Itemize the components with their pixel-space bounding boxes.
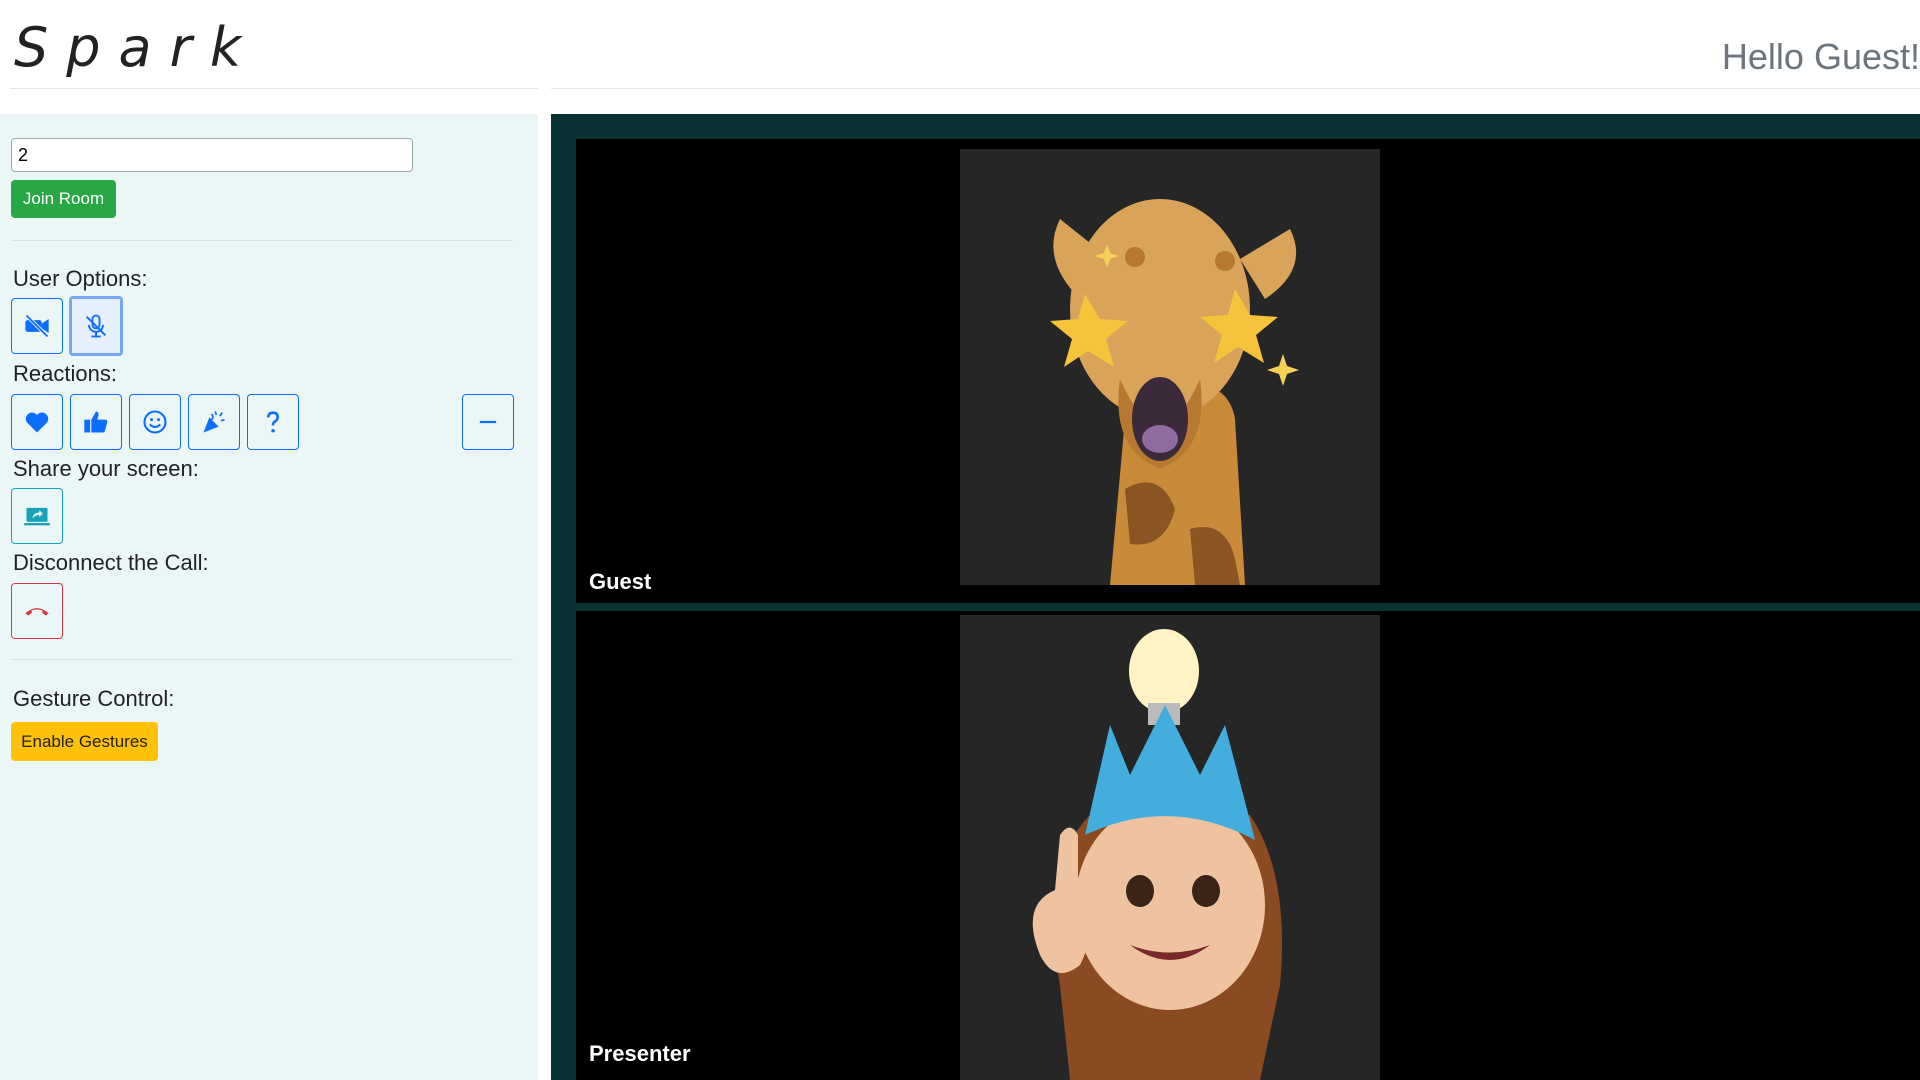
gesture-control-label: Gesture Control: <box>13 686 175 711</box>
greeting-text: Hello Guest! <box>1721 36 1920 77</box>
screen-share-icon <box>24 507 50 526</box>
divider <box>11 659 513 660</box>
reaction-question-button[interactable] <box>247 394 299 450</box>
toggle-mic-button[interactable] <box>69 296 123 356</box>
join-room-button[interactable]: Join Room <box>11 180 116 218</box>
brand-logo: Spark <box>14 16 260 79</box>
thumbs-up-icon <box>84 411 108 433</box>
memoji-avatar-icon <box>1032 629 1282 1080</box>
hang-up-icon <box>25 608 49 616</box>
question-icon <box>267 411 279 433</box>
share-screen-button[interactable] <box>11 488 63 544</box>
toggle-video-button[interactable] <box>11 298 63 354</box>
smile-icon <box>143 410 167 434</box>
video-tile-presenter: Presenter <box>576 611 1920 1080</box>
control-sidebar <box>0 114 538 1080</box>
reactions-label: Reactions: <box>13 361 117 386</box>
disconnect-label: Disconnect the Call: <box>13 550 209 575</box>
collapse-reactions-button[interactable] <box>462 394 514 450</box>
guest-video-feed <box>960 149 1380 585</box>
video-tile-guest: Guest <box>576 139 1920 603</box>
presenter-video-feed <box>960 615 1380 1080</box>
user-options-label: User Options: <box>13 266 148 291</box>
minus-icon <box>479 420 497 424</box>
video-off-icon <box>25 314 49 338</box>
reaction-thumbs-up-button[interactable] <box>70 394 122 450</box>
header-divider-right <box>551 88 1920 89</box>
divider <box>11 240 513 241</box>
heart-icon <box>25 412 49 433</box>
participant-name: Presenter <box>589 1041 691 1066</box>
party-popper-icon <box>203 411 225 433</box>
room-input[interactable] <box>11 138 413 172</box>
reaction-celebrate-button[interactable] <box>188 394 240 450</box>
enable-gestures-button[interactable]: Enable Gestures <box>11 722 158 761</box>
header-divider-left <box>10 88 538 89</box>
reaction-heart-button[interactable] <box>11 394 63 450</box>
giraffe-avatar-icon <box>1050 199 1299 585</box>
reaction-smile-button[interactable] <box>129 394 181 450</box>
hang-up-button[interactable] <box>11 583 63 639</box>
mic-off-icon <box>86 314 106 338</box>
participant-name: Guest <box>589 569 652 594</box>
share-screen-label: Share your screen: <box>13 456 199 481</box>
